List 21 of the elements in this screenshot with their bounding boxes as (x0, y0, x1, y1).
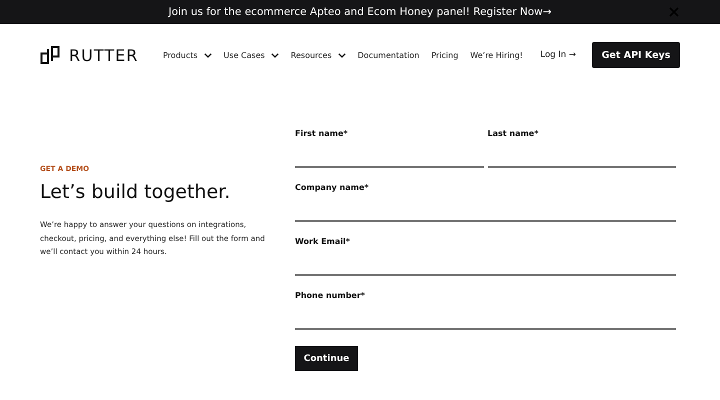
login-link[interactable]: Log In → (540, 50, 576, 60)
nav-link[interactable]: Use Cases (224, 50, 279, 60)
logo-icon[interactable] (40, 45, 60, 65)
page-heading: Let’s build together. (40, 181, 232, 203)
field-label: Last name* (488, 129, 540, 140)
field-label: First name* (295, 129, 349, 140)
logo-wordmark[interactable]: RUTTER (69, 46, 138, 64)
nav-link[interactable]: Pricing (431, 50, 458, 60)
chevron-icon (270, 52, 279, 58)
nav-link[interactable]: Documentation (358, 50, 420, 60)
get-api-keys-button[interactable]: Get API Keys (592, 42, 680, 68)
field-label: Company name* (295, 183, 370, 194)
chevron-icon (204, 52, 212, 58)
nav-link[interactable]: Resources (290, 50, 346, 60)
field-label: Phone number* (295, 291, 366, 302)
nav-link[interactable]: Products (163, 50, 212, 60)
continue-button[interactable]: Continue (295, 346, 358, 371)
announcement-link[interactable]: Join us for the ecommerce Apteo and Ecom Honey panel! Register Now→ (168, 6, 552, 18)
chevron-icon (338, 52, 346, 58)
field-label: Work Email* (295, 237, 351, 248)
nav-link[interactable]: We’re Hiring! (470, 50, 523, 60)
